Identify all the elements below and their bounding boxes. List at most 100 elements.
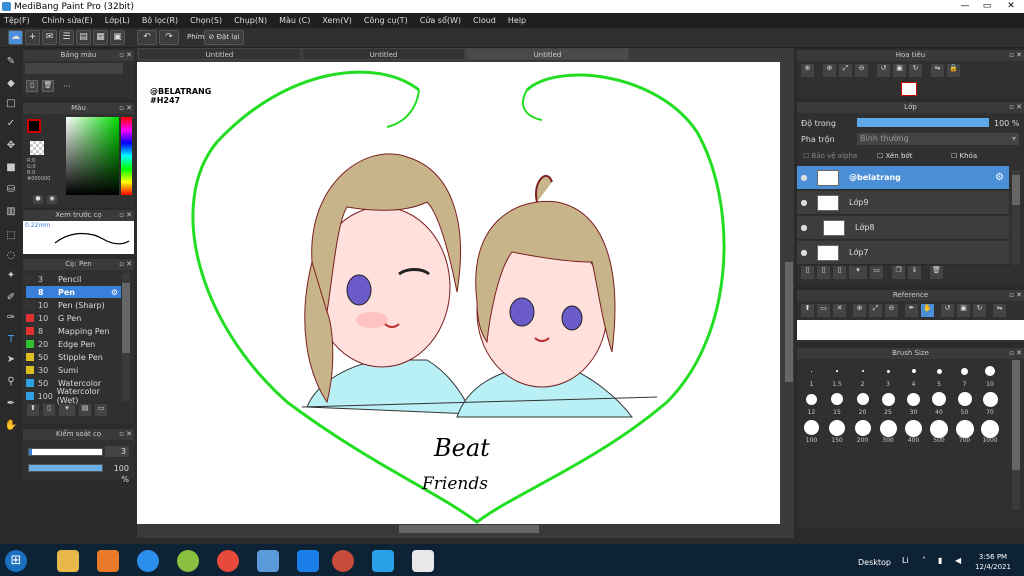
layer-row[interactable]: ● Lớp8 (797, 216, 1009, 240)
brush-size-option[interactable]: 50 (952, 390, 977, 416)
select-eraser-icon[interactable]: ✑ (3, 310, 19, 326)
brush-item[interactable]: 100 Watercolor (Wet) (26, 387, 121, 405)
rotate-left-icon[interactable]: ↺ (877, 64, 890, 77)
eye-icon[interactable]: ● (797, 198, 811, 207)
blend-mode-select[interactable]: Bình thường ▾ (857, 133, 1019, 145)
pin-icon[interactable]: ▫ (1009, 348, 1014, 359)
pin-icon[interactable]: ▫ (119, 259, 124, 270)
actual-size-icon[interactable]: ▣ (893, 64, 906, 77)
reference-view[interactable] (797, 320, 1024, 340)
maximize-button[interactable]: ▭ (976, 0, 998, 13)
brush-size-option[interactable]: 25 (876, 390, 901, 416)
layer-menu-icon[interactable]: ▾ (849, 266, 867, 279)
ie-icon[interactable] (137, 550, 159, 572)
hand-icon[interactable]: ✋ (921, 304, 934, 317)
zalo-icon[interactable] (297, 550, 319, 572)
desktop-label[interactable]: Desktop (858, 558, 891, 567)
layer-row[interactable]: ● Lớp9 (797, 191, 1009, 215)
size-value[interactable]: 3 (105, 446, 129, 457)
brush-size-option[interactable]: 1 (799, 362, 824, 388)
color-mode-icon[interactable]: ● (33, 195, 43, 204)
brush-folder-icon[interactable]: ▭ (95, 404, 107, 416)
drawing-canvas[interactable]: @BELATRANG #H247 Beat Friends (137, 62, 780, 524)
rotate-left-icon[interactable]: ↺ (941, 304, 954, 317)
pin-icon[interactable]: ▫ (119, 210, 124, 221)
close-panel-icon[interactable]: ✕ (126, 259, 132, 270)
close-panel-icon[interactable]: ✕ (126, 210, 132, 221)
chevron-up-icon[interactable]: ˄ (922, 556, 926, 565)
opacity-slider[interactable] (28, 464, 103, 472)
brush-size-option[interactable]: 700 (952, 418, 977, 444)
pages-icon[interactable]: ▦ (93, 30, 108, 45)
pen-tool-icon[interactable]: ✓ (3, 116, 19, 132)
horizontal-scrollbar[interactable] (137, 524, 794, 534)
tab-2[interactable]: Untitled (302, 48, 465, 60)
eye-icon[interactable]: ● (797, 223, 811, 232)
color-square[interactable] (66, 117, 119, 195)
close-panel-icon[interactable]: ✕ (1016, 290, 1022, 301)
clock[interactable]: 3:56 PM 12/4/2021 (968, 552, 1018, 572)
brush-size-option[interactable]: 10 (978, 362, 1003, 388)
rotate-right-icon[interactable]: ↻ (973, 304, 986, 317)
brush-size-option[interactable]: 7 (952, 362, 977, 388)
color-add-icon[interactable]: ◉ (47, 195, 57, 204)
clip-checkbox[interactable]: ☐ Xén bớt (877, 152, 912, 160)
upload-icon[interactable]: ⬆ (801, 304, 814, 317)
layer-opacity-slider[interactable] (857, 118, 989, 127)
brush-item[interactable]: 8 Mapping Pen (26, 325, 121, 337)
menu-color[interactable]: Màu (C) (279, 16, 310, 25)
gear-icon[interactable]: ⚙ (995, 172, 1004, 183)
move-tool-icon[interactable]: ✥ (3, 138, 19, 154)
brush-menu-icon[interactable]: ▾ (59, 404, 75, 416)
brush-size-option[interactable]: 2 (850, 362, 875, 388)
network-icon[interactable]: ▮ (938, 556, 942, 565)
palette-more[interactable]: ··· (63, 82, 71, 91)
pin-icon[interactable]: ▫ (119, 50, 124, 61)
start-icon[interactable]: ⊞ (5, 550, 27, 572)
cococ-icon[interactable] (177, 550, 199, 572)
media-player-icon[interactable] (97, 550, 119, 572)
text-tool-icon[interactable]: T (3, 332, 19, 348)
pin-icon[interactable]: ▫ (1009, 102, 1014, 113)
eye-icon[interactable]: ● (797, 173, 811, 182)
lock-checkbox[interactable]: ☐ Khóa (951, 152, 977, 160)
chrome-icon[interactable] (332, 550, 354, 572)
zoom-out-icon[interactable]: ⊖ (885, 304, 898, 317)
pin-icon[interactable]: ▫ (119, 103, 124, 114)
brush-size-option[interactable]: 500 (927, 418, 952, 444)
brush-size-option[interactable]: 20 (850, 390, 875, 416)
minimize-button[interactable]: — (954, 0, 976, 13)
close-panel-icon[interactable]: ✕ (126, 103, 132, 114)
new-layer-icon[interactable]: ▯ (801, 266, 814, 279)
menu-view[interactable]: Xem(V) (322, 16, 352, 25)
brush-size-option[interactable]: 70 (978, 390, 1003, 416)
brush-size-option[interactable]: 1.5 (825, 362, 850, 388)
menu-layer[interactable]: Lớp(L) (105, 16, 130, 25)
brush-size-option[interactable]: 5 (927, 362, 952, 388)
fill-rect-tool-icon[interactable]: ■ (3, 160, 19, 176)
lang-label[interactable]: Li (902, 556, 909, 565)
bucket-tool-icon[interactable]: ⛁ (3, 182, 19, 198)
tab-3-active[interactable]: Untitled (466, 48, 629, 60)
brush-size-option[interactable]: 200 (850, 418, 875, 444)
brush-size-option[interactable]: 150 (825, 418, 850, 444)
brush-size-option[interactable]: 3 (876, 362, 901, 388)
secondary-color-swatch[interactable] (30, 141, 44, 155)
layer-row-selected[interactable]: ● @belatrang ⚙ (797, 166, 1009, 190)
magic-wand-icon[interactable]: ✦ (3, 268, 19, 284)
operation-tool-icon[interactable]: ➤ (3, 352, 19, 368)
grid-icon[interactable]: ▣ (110, 30, 125, 45)
flip-icon[interactable]: ⇋ (993, 304, 1006, 317)
close-panel-icon[interactable]: ✕ (1016, 50, 1022, 61)
menu-filter[interactable]: Bộ lọc(R) (142, 16, 178, 25)
layer-scrollbar[interactable] (1012, 170, 1020, 265)
duplicate-layer-icon[interactable]: ❐ (892, 266, 905, 279)
menu-capture[interactable]: Chụp(N) (234, 16, 267, 25)
close-panel-icon[interactable]: ✕ (126, 429, 132, 440)
undo-icon[interactable]: ↶ (137, 30, 157, 45)
zoom-in-icon[interactable]: ⊕ (823, 64, 836, 77)
eraser-tool-icon[interactable]: ◆ (3, 76, 19, 92)
lock-icon[interactable]: 🔒 (947, 64, 960, 77)
eye-icon[interactable]: ● (797, 248, 811, 257)
vertical-scrollbar[interactable] (784, 62, 794, 524)
